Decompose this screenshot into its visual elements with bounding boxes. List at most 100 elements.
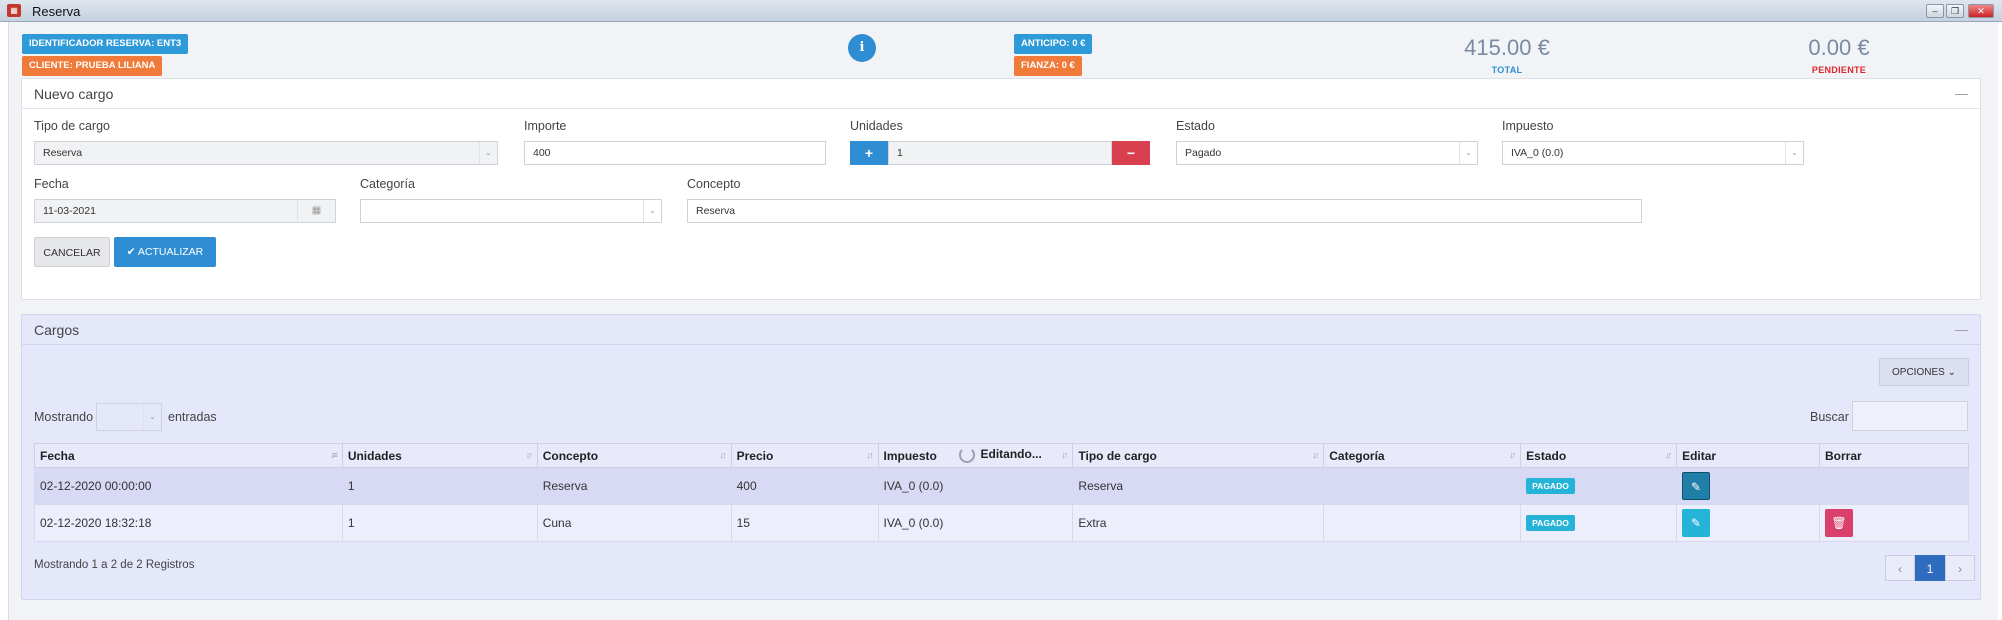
cell-fecha: 02-12-2020 00:00:00 (34, 467, 343, 505)
impuesto-value: IVA_0 (0.0) (1511, 147, 1564, 159)
page-size-select[interactable]: ⌄ (96, 403, 162, 431)
chevron-down-icon: ⌄ (1785, 142, 1803, 164)
cell-impuesto: IVA_0 (0.0) (877, 467, 1074, 505)
table-footer-info: Mostrando 1 a 2 de 2 Registros (34, 559, 195, 571)
chevron-down-icon: ⌄ (143, 404, 161, 430)
impuesto-label: Impuesto (1502, 119, 1554, 133)
unidades-label: Unidades (850, 119, 903, 133)
table-row: 02-12-2020 18:32:18 1 Cuna 15 IVA_0 (0.0… (34, 504, 1970, 542)
chevron-down-icon: ⌄ (1947, 367, 1956, 378)
total-amount: 415.00 € (1464, 35, 1550, 60)
tipo-cargo-value: Reserva (43, 147, 83, 159)
fecha-input[interactable]: 11-03-2021 ▦ (34, 199, 336, 223)
calendar-icon[interactable]: ▦ (297, 200, 335, 222)
showing-label: Mostrando (34, 410, 94, 424)
reservation-id-badge: IDENTIFICADOR RESERVA: ENT3 (22, 34, 189, 54)
restore-icon[interactable]: ❐ (1946, 4, 1964, 18)
chevron-down-icon: ⌄ (1459, 142, 1477, 164)
table-row: 02-12-2020 00:00:00 1 Reserva 400 IVA_0 … (34, 467, 1970, 505)
sort-icon: ↓↑ (1061, 450, 1068, 460)
impuesto-select[interactable]: IVA_0 (0.0) ⌄ (1502, 141, 1804, 165)
cell-concepto: Reserva (536, 467, 732, 505)
collapse-icon[interactable]: — (1955, 322, 1968, 337)
cell-unidades: 1 (341, 504, 538, 542)
spinner-icon (958, 447, 975, 463)
fianza-badge: FIANZA: 0 € (1014, 56, 1082, 76)
update-button-label: ACTUALIZAR (137, 246, 204, 258)
client-badge: CLIENTE: PRUEBA LILIANA (22, 56, 163, 76)
sort-icon: ↓≡ (330, 450, 338, 460)
minimize-icon[interactable]: – (1926, 4, 1944, 18)
fecha-label: Fecha (34, 177, 69, 191)
cell-borrar: 🗑 (1818, 504, 1970, 542)
edit-icon[interactable]: ✎ (1682, 509, 1711, 537)
column-header-precio[interactable]: Precio ↓↑ (730, 443, 879, 468)
search-input[interactable] (1852, 401, 1968, 431)
column-header-impuesto[interactable]: Impuesto Editando... ↓↑ (877, 443, 1074, 468)
estado-select[interactable]: Pagado ⌄ (1176, 141, 1478, 165)
column-header-borrar: Borrar (1818, 443, 1970, 468)
cell-unidades: 1 (341, 467, 538, 505)
cell-estado: PAGADO (1520, 467, 1678, 505)
column-header-concepto[interactable]: Concepto ↓↑ (536, 443, 732, 468)
importe-label: Importe (524, 119, 567, 133)
column-header-tipo-cargo[interactable]: Tipo de cargo ↓↑ (1072, 443, 1325, 468)
cell-editar: ✎ (1676, 467, 1820, 505)
collapse-icon[interactable]: — (1955, 86, 1968, 101)
table-header-row: Fecha ↓≡ Unidades ↓↑ Concepto ↓↑ Precio ↓↑ I… (34, 443, 1970, 468)
cell-tipo: Extra (1072, 504, 1325, 542)
chevron-down-icon: ⌄ (643, 200, 661, 222)
column-header-categoria[interactable]: Categoría ↓↑ (1323, 443, 1522, 468)
concepto-input[interactable]: Reserva (687, 199, 1642, 223)
loading-indicator: Editando... (958, 447, 1042, 463)
entries-label: entradas (168, 410, 217, 424)
unidades-input[interactable]: 1 (888, 141, 1112, 165)
update-button[interactable]: ✔ ACTUALIZAR (114, 237, 216, 267)
cargos-header: Cargos — (22, 315, 1980, 345)
cell-precio: 15 (730, 504, 879, 542)
pending-label: PENDIENTE (1811, 65, 1867, 75)
pager-prev-button[interactable]: ‹ (1885, 555, 1915, 581)
close-icon[interactable]: ✕ (1968, 4, 1994, 18)
cell-tipo: Reserva (1072, 467, 1325, 505)
cell-estado: PAGADO (1520, 504, 1678, 542)
pager-page-1[interactable]: 1 (1915, 555, 1945, 581)
window-title: Reserva (32, 4, 81, 19)
options-button[interactable]: OPCIONES ⌄ (1879, 358, 1969, 386)
categoria-label: Categoría (360, 177, 415, 191)
pending-amount: 0.00 € (1808, 35, 1870, 60)
cargos-panel: Cargos — OPCIONES ⌄ Mostrando ⌄ entradas… (21, 314, 1981, 600)
categoria-select[interactable]: ⌄ (360, 199, 662, 223)
cell-categoria (1323, 467, 1522, 505)
concepto-label: Concepto (687, 177, 741, 191)
fecha-value: 11-03-2021 (43, 205, 96, 217)
window-content: IDENTIFICADOR RESERVA: ENT3 CLIENTE: PRU… (8, 22, 1998, 620)
minus-icon[interactable]: − (1112, 141, 1150, 165)
window-titlebar: ▦ Reserva – ❐ ✕ (0, 0, 2002, 22)
cargos-table: Fecha ↓≡ Unidades ↓↑ Concepto ↓↑ Precio ↓↑ I… (34, 443, 1970, 542)
importe-input[interactable]: 400 (524, 141, 826, 165)
nuevo-cargo-title: Nuevo cargo (34, 86, 114, 102)
cell-categoria (1323, 504, 1522, 542)
cell-borrar (1818, 467, 1970, 505)
nuevo-cargo-panel: Nuevo cargo — Tipo de cargo Reserva ⌄ Im… (21, 78, 1981, 300)
estado-label: Estado (1176, 119, 1215, 133)
app-icon: ▦ (7, 4, 21, 17)
column-header-unidades[interactable]: Unidades ↓↑ (341, 443, 538, 468)
anticipo-badge: ANTICIPO: 0 € (1014, 34, 1093, 54)
tipo-cargo-label: Tipo de cargo (34, 119, 110, 133)
sort-icon: ↓↑ (866, 450, 874, 460)
chevron-down-icon: ⌄ (479, 142, 497, 164)
info-icon[interactable]: i (848, 34, 876, 62)
edit-icon[interactable]: ✎ (1682, 472, 1711, 500)
search-label: Buscar (1810, 410, 1849, 424)
trash-icon[interactable]: 🗑 (1824, 509, 1853, 537)
sort-icon: ↓↑ (719, 450, 727, 460)
tipo-cargo-select[interactable]: Reserva ⌄ (34, 141, 498, 165)
pager-next-button[interactable]: › (1945, 555, 1975, 581)
plus-icon[interactable]: + (850, 141, 888, 165)
cancel-button[interactable]: CANCELAR (34, 237, 110, 267)
column-header-fecha[interactable]: Fecha ↓≡ (34, 443, 343, 468)
column-header-editar: Editar (1676, 443, 1820, 468)
column-header-estado[interactable]: Estado ↓↑ (1520, 443, 1678, 468)
